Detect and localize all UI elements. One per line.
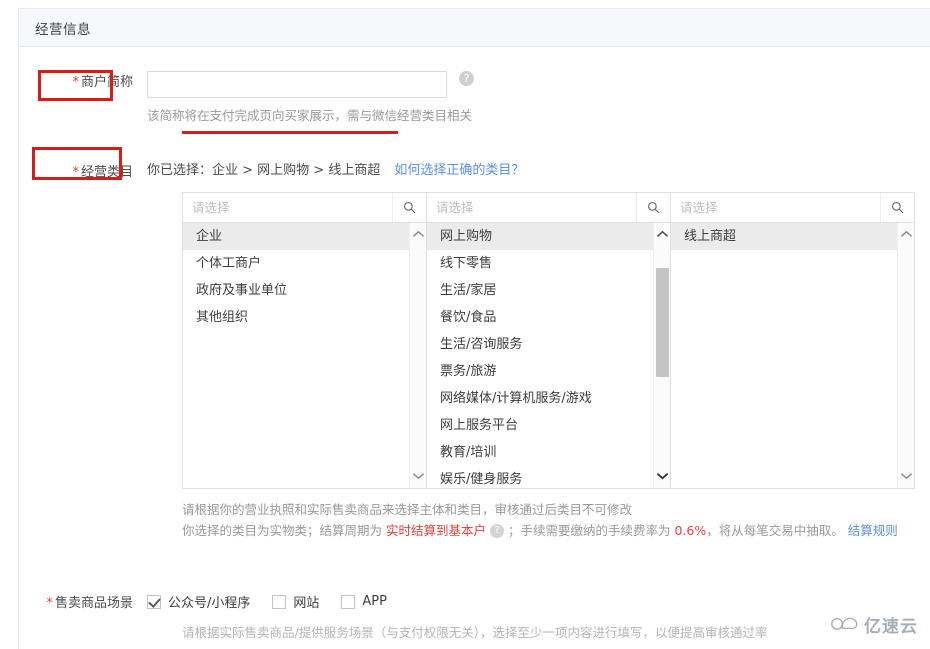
checkbox-box[interactable]	[272, 594, 287, 609]
business-category-label: * 经营类目	[19, 161, 147, 181]
category-column-3-search	[671, 193, 914, 223]
merchant-shortname-field-area: ? 该简称将在支付完成页向买家展示，需与微信经营类目相关	[147, 71, 474, 125]
sale-scene-checkbox-group: 公众号/小程序 网站 APP	[147, 592, 409, 611]
list-item[interactable]: 线上商超	[671, 223, 914, 250]
list-item[interactable]: 娱乐/健身服务	[427, 466, 670, 488]
list-item[interactable]: 教育/培训	[427, 439, 670, 466]
watermark: 亿速云	[830, 612, 918, 637]
settlement-rules-link[interactable]: 结算规则	[848, 523, 898, 538]
list-item[interactable]: 生活/家居	[427, 277, 670, 304]
note-part1: 你选择的类目为实物类；结算周期为	[182, 523, 386, 538]
required-asterisk: *	[72, 75, 79, 90]
label-text: 商户简称	[80, 75, 133, 90]
category-list-2[interactable]: 网上购物 线下零售 生活/家居 餐饮/食品 生活/咨询服务 票务/旅游 网络媒体…	[427, 223, 670, 488]
how-to-choose-category-link[interactable]: 如何选择正确的类目？	[394, 163, 524, 178]
annotation-underline	[182, 131, 398, 134]
checkbox-official-account[interactable]: 公众号/小程序	[147, 592, 250, 611]
scrollbar-column-3[interactable]	[897, 223, 914, 488]
chevron-down-icon[interactable]	[410, 467, 427, 484]
category-note-line2: 你选择的类目为实物类；结算周期为 实时结算到基本户? ；手续需要缴纳的手续费率为 …	[182, 520, 922, 541]
chevron-up-icon[interactable]	[654, 225, 671, 242]
fee-rate-value: 0.6%	[674, 523, 707, 538]
category-notes: 请根据你的营业执照和实际售卖商品来选择主体和类目，审核通过后类目不可修改 你选择…	[182, 499, 922, 541]
category-search-input-3[interactable]	[671, 193, 880, 222]
checkbox-label: APP	[362, 594, 387, 609]
checkbox-label: 网站	[293, 596, 320, 611]
category-note-line1: 请根据你的营业执照和实际售卖商品来选择主体和类目，审核通过后类目不可修改	[182, 502, 633, 517]
label-text: 经营类目	[80, 165, 133, 180]
list-item[interactable]: 票务/旅游	[427, 358, 670, 385]
settlement-cycle-highlight: 实时结算到基本户	[385, 523, 486, 538]
list-item[interactable]: 个体工商户	[183, 250, 426, 277]
checkbox-box[interactable]	[341, 594, 356, 609]
note-part3: ，将从每笔交易中抽取。	[706, 523, 848, 538]
category-selector: 企业 个体工商户 政府及事业单位 其他组织	[182, 192, 919, 489]
scrollbar-column-1[interactable]	[409, 223, 426, 488]
watermark-text: 亿速云	[864, 617, 918, 637]
category-column-2: 网上购物 线下零售 生活/家居 餐饮/食品 生活/咨询服务 票务/旅游 网络媒体…	[426, 192, 671, 489]
note-part2: ；手续需要缴纳的手续费率为	[508, 523, 675, 538]
checkbox-label: 公众号/小程序	[168, 596, 251, 611]
panel-header: 经营信息	[19, 9, 930, 47]
category-search-input-2[interactable]	[427, 193, 636, 222]
search-icon[interactable]	[636, 193, 670, 222]
list-item[interactable]: 网络媒体/计算机服务/游戏	[427, 385, 670, 412]
selected-category-path-area: 你已选择：企业 > 网上购物 > 线上商超 如何选择正确的类目？	[147, 161, 524, 181]
category-column-1-search	[183, 193, 426, 223]
cloud-icon	[830, 614, 860, 636]
sale-scene-label: * 售卖商品场景	[19, 592, 147, 611]
required-asterisk: *	[46, 596, 53, 611]
chevron-down-icon[interactable]	[654, 467, 671, 484]
merchant-shortname-hint: 该简称将在支付完成页向买家展示，需与微信经营类目相关	[147, 108, 473, 123]
merchant-shortname-label: * 商户简称	[19, 71, 147, 125]
category-list-3[interactable]: 线上商超	[671, 223, 914, 488]
selected-path: 企业 > 网上购物 > 线上商超	[212, 163, 381, 178]
category-search-input-1[interactable]	[183, 193, 392, 222]
list-item[interactable]: 生活/咨询服务	[427, 331, 670, 358]
category-column-1: 企业 个体工商户 政府及事业单位 其他组织	[182, 192, 427, 489]
checkbox-app[interactable]: APP	[341, 594, 387, 609]
question-mark-icon[interactable]: ?	[459, 71, 474, 86]
checkbox-website[interactable]: 网站	[272, 592, 319, 611]
list-item[interactable]: 网上购物	[427, 223, 670, 250]
sale-scene-hint: 请根据实际售卖商品/提供服务场景（与支付权限无关），选择至少一项内容进行填写，以…	[182, 625, 768, 640]
question-mark-icon[interactable]: ?	[490, 524, 504, 538]
chevron-up-icon[interactable]	[410, 225, 427, 242]
list-item[interactable]: 线下零售	[427, 250, 670, 277]
list-item[interactable]: 其他组织	[183, 304, 426, 331]
search-icon[interactable]	[392, 193, 426, 222]
category-column-2-search	[427, 193, 670, 223]
category-column-3: 线上商超	[670, 192, 915, 489]
label-text: 售卖商品场景	[54, 596, 133, 611]
list-item[interactable]: 企业	[183, 223, 426, 250]
merchant-shortname-row: * 商户简称 ? 该简称将在支付完成页向买家展示，需与微信经营类目相关	[19, 71, 919, 125]
sale-scene-row: * 售卖商品场景 公众号/小程序 网站 APP	[19, 592, 919, 611]
chevron-up-icon[interactable]	[898, 225, 915, 242]
search-icon[interactable]	[880, 193, 914, 222]
chevron-down-icon[interactable]	[898, 467, 915, 484]
page-title: 经营信息	[35, 21, 91, 38]
selected-prefix: 你已选择：	[147, 163, 213, 178]
category-list-1[interactable]: 企业 个体工商户 政府及事业单位 其他组织	[183, 223, 426, 488]
scrollbar-thumb[interactable]	[656, 267, 669, 378]
business-category-row: * 经营类目 你已选择：企业 > 网上购物 > 线上商超 如何选择正确的类目？	[19, 161, 919, 181]
list-item[interactable]: 网上服务平台	[427, 412, 670, 439]
merchant-shortname-input[interactable]	[147, 71, 447, 98]
required-asterisk: *	[72, 165, 79, 180]
scrollbar-column-2[interactable]	[653, 223, 670, 488]
list-item[interactable]: 政府及事业单位	[183, 277, 426, 304]
checkbox-box[interactable]	[147, 594, 161, 609]
business-info-panel: 经营信息 * 商户简称 ? 该简称将在支付完成页向买家展示，需与微信经营类目相关 …	[18, 8, 930, 649]
list-item[interactable]: 餐饮/食品	[427, 304, 670, 331]
